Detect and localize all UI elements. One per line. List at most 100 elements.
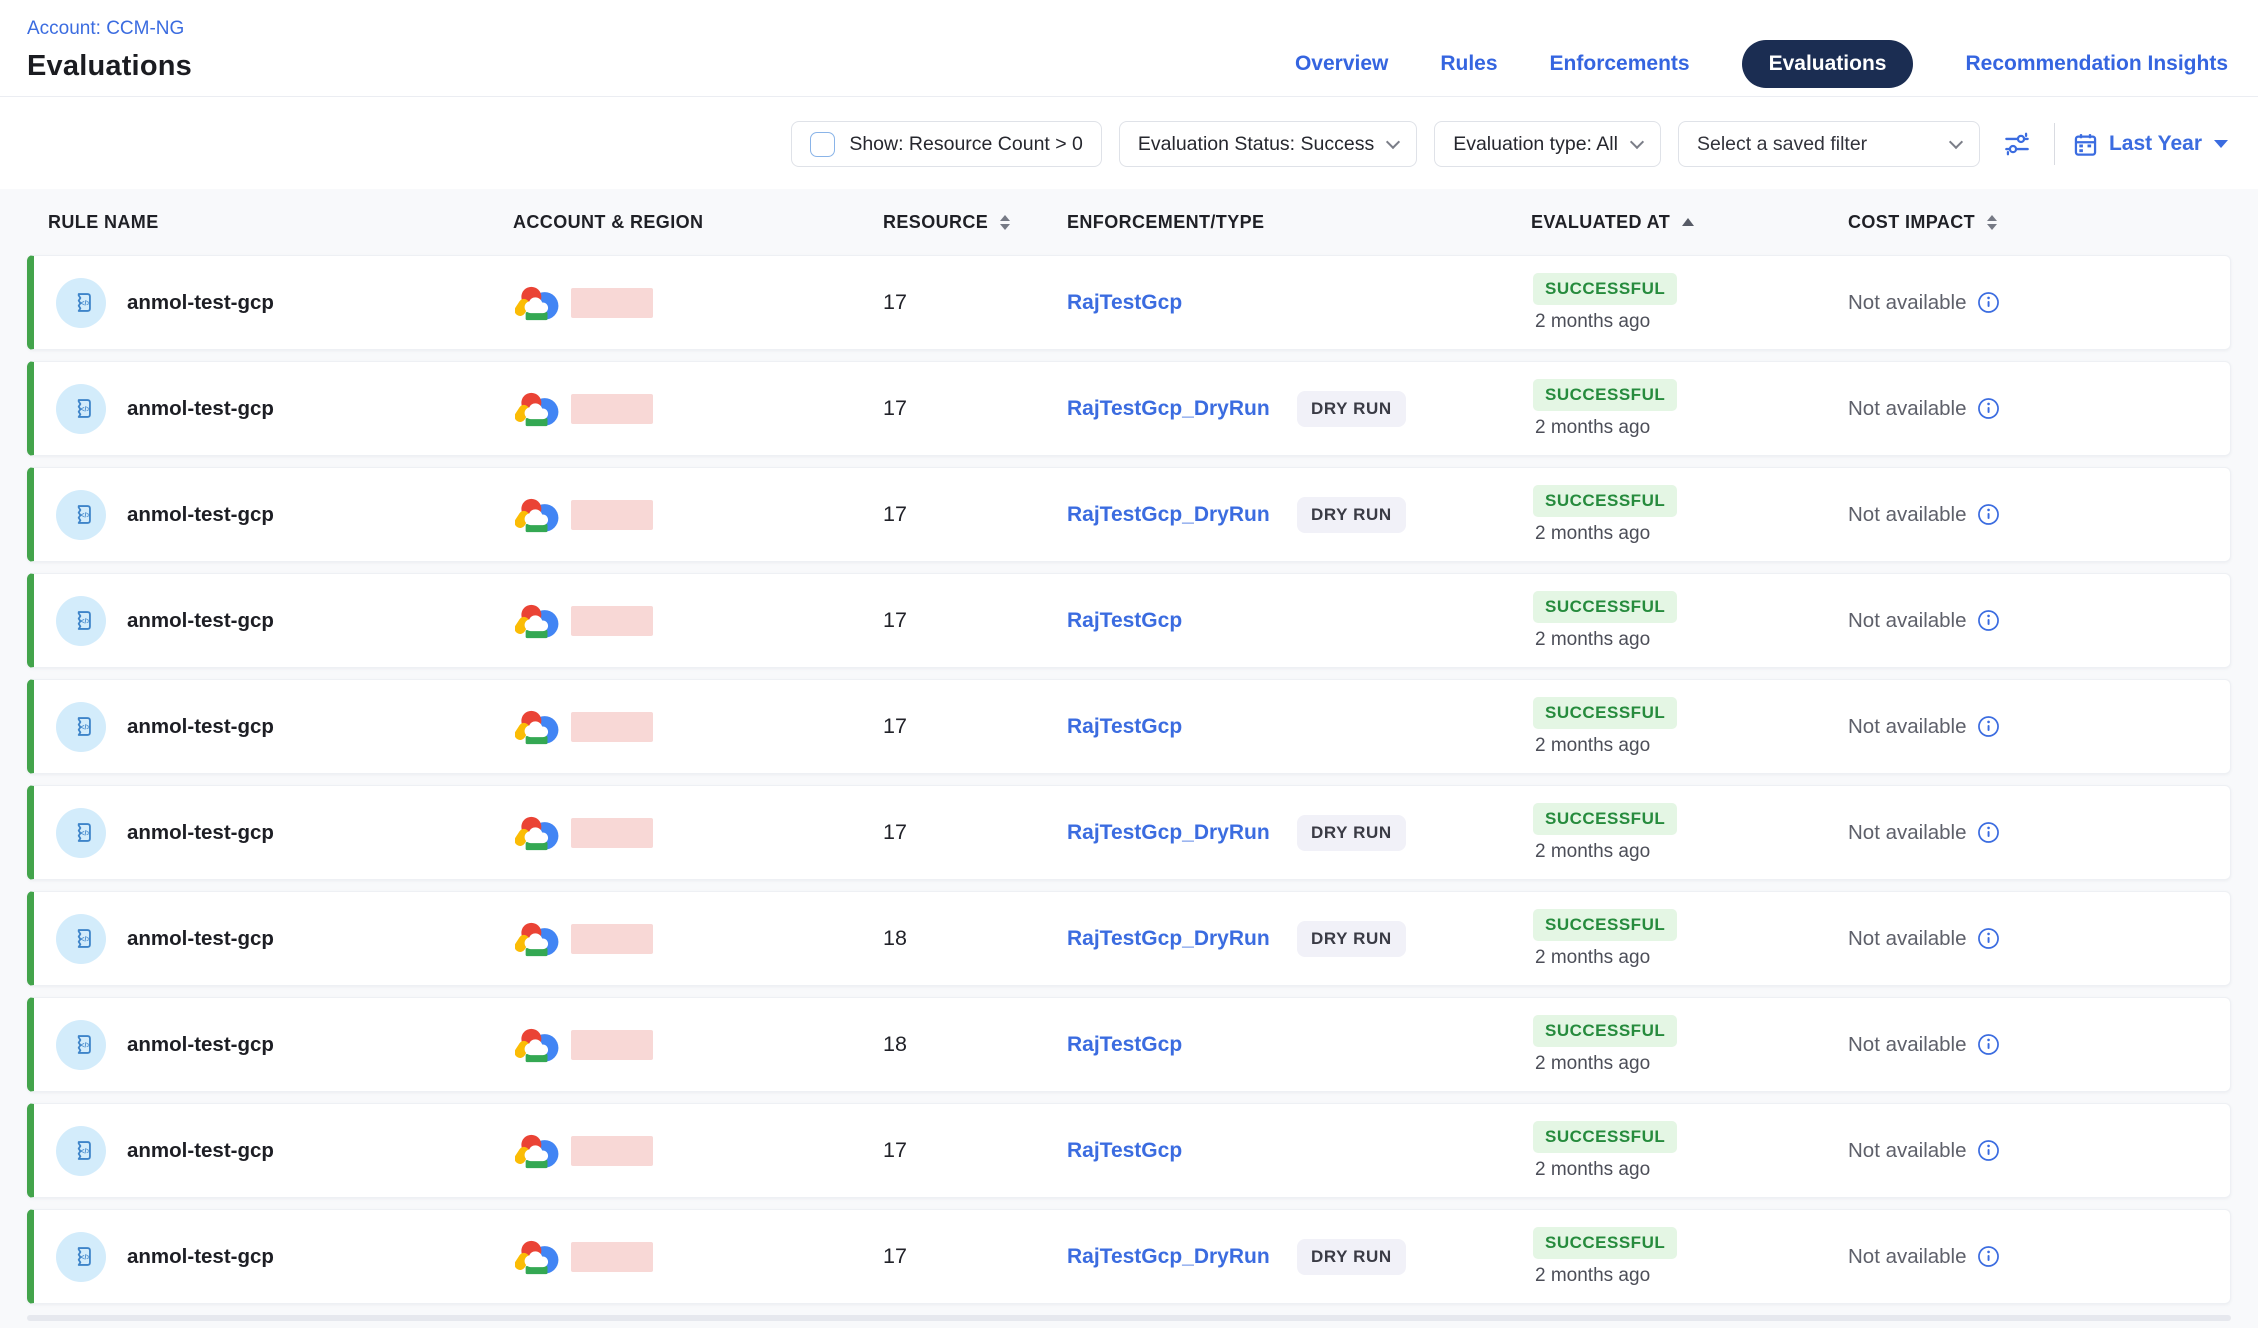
cost-impact-cell: Not available [1848,821,2230,845]
page-header: Account: CCM-NG Evaluations Overview Rul… [0,0,2258,97]
dry-run-badge: DRY RUN [1297,497,1406,533]
evaluation-type-dropdown[interactable]: Evaluation type: All [1434,121,1661,167]
evaluated-at-cell: SUCCESSFUL 2 months ago [1531,591,1848,651]
enforcement-link[interactable]: RajTestGcp_DryRun [1067,397,1297,421]
resource-count-checkbox[interactable] [810,132,835,157]
resource-count: 17 [883,502,907,527]
table-row[interactable]: </> anmol-test-gcp 17 RajTestGcp SUCCE [27,573,2231,668]
dry-run-badge: DRY RUN [1297,815,1406,851]
enforcement-link[interactable]: RajTestGcp_DryRun [1067,503,1297,527]
chevron-down-icon [1386,134,1400,148]
cost-impact-cell: Not available [1848,715,2230,739]
filter-bar: Show: Resource Count > 0 Evaluation Stat… [0,97,2258,189]
evaluated-time: 2 months ago [1533,735,1650,757]
gcp-cloud-icon [515,284,561,322]
info-icon[interactable] [1977,503,2000,526]
table-bottom-divider [27,1315,2231,1321]
table-row[interactable]: </> anmol-test-gcp 17 RajTestGcp SUCCE [27,255,2231,350]
enforcement-link[interactable]: RajTestGcp [1067,291,1297,315]
evaluation-status-dropdown[interactable]: Evaluation Status: Success [1119,121,1417,167]
filter-settings-button[interactable] [1997,128,2037,160]
svg-text:</>: </> [80,1255,90,1262]
tab-overview[interactable]: Overview [1295,52,1388,76]
resource-count: 17 [883,820,907,845]
resource-cell: 17 [883,396,1067,421]
rule-name-cell: </> anmol-test-gcp [34,1232,513,1282]
info-icon[interactable] [1977,291,2000,314]
col-enforcement-type: ENFORCEMENT/TYPE [1067,212,1531,233]
status-badge: SUCCESSFUL [1533,1015,1677,1047]
table-row[interactable]: </> anmol-test-gcp 17 RajTestGcp_DryRun … [27,1209,2231,1304]
table-row[interactable]: </> anmol-test-gcp 18 RajTestGcp SUCCE [27,997,2231,1092]
tab-enforcements[interactable]: Enforcements [1550,52,1690,76]
cost-impact-value: Not available [1848,609,1967,633]
sliders-icon [2001,128,2033,160]
table-row[interactable]: </> anmol-test-gcp 17 RajTestGcp_DryRun … [27,467,2231,562]
evaluated-time: 2 months ago [1533,417,1650,439]
evaluated-at-cell: SUCCESSFUL 2 months ago [1531,1015,1848,1075]
cost-impact-value: Not available [1848,715,1967,739]
rule-name-cell: </> anmol-test-gcp [34,914,513,964]
table-row[interactable]: </> anmol-test-gcp 18 RajTestGcp_DryRun … [27,891,2231,986]
col-resource[interactable]: RESOURCE [883,212,1067,233]
status-badge: SUCCESSFUL [1533,803,1677,835]
rule-name: anmol-test-gcp [127,609,274,633]
table-row[interactable]: </> anmol-test-gcp 17 RajTestGcp SUCCE [27,1103,2231,1198]
evaluated-time: 2 months ago [1533,1159,1650,1181]
enforcement-link[interactable]: RajTestGcp [1067,1139,1297,1163]
enforcement-link[interactable]: RajTestGcp_DryRun [1067,927,1297,951]
resource-cell: 17 [883,290,1067,315]
table-row[interactable]: </> anmol-test-gcp 17 RajTestGcp SUCCE [27,679,2231,774]
info-icon[interactable] [1977,821,2000,844]
enforcement-link[interactable]: RajTestGcp_DryRun [1067,1245,1297,1269]
redacted-account-id [571,394,653,424]
table-row[interactable]: </> anmol-test-gcp 17 RajTestGcp_DryRun … [27,785,2231,880]
table-row[interactable]: </> anmol-test-gcp 17 RajTestGcp_DryRun … [27,361,2231,456]
tab-recommendation-insights[interactable]: Recommendation Insights [1965,52,2228,76]
gcp-cloud-icon [515,1238,561,1276]
rule-name-cell: </> anmol-test-gcp [34,384,513,434]
evaluated-at-cell: SUCCESSFUL 2 months ago [1531,909,1848,969]
enforcement-link[interactable]: RajTestGcp [1067,715,1297,739]
info-icon[interactable] [1977,609,2000,632]
col-cost-impact[interactable]: COST IMPACT [1848,212,2231,233]
resource-cell: 17 [883,608,1067,633]
rule-name-cell: </> anmol-test-gcp [34,1020,513,1070]
info-icon[interactable] [1977,715,2000,738]
rule-name: anmol-test-gcp [127,715,274,739]
evaluated-time: 2 months ago [1533,841,1650,863]
resource-count-filter[interactable]: Show: Resource Count > 0 [791,121,1102,167]
tab-evaluations[interactable]: Evaluations [1742,40,1914,88]
enforcement-link[interactable]: RajTestGcp [1067,609,1297,633]
saved-filter-dropdown[interactable]: Select a saved filter [1678,121,1980,167]
col-rule-name: RULE NAME [27,212,513,233]
sort-asc-icon[interactable] [1682,218,1694,226]
evaluated-time: 2 months ago [1533,947,1650,969]
cost-impact-cell: Not available [1848,1033,2230,1057]
enforcement-link[interactable]: RajTestGcp [1067,1033,1297,1057]
redacted-account-id [571,818,653,848]
rule-icon: </> [56,1232,106,1282]
col-evaluated-at[interactable]: EVALUATED AT [1531,212,1848,233]
enforcement-cell: RajTestGcp_DryRun DRY RUN [1067,921,1531,957]
tab-rules[interactable]: Rules [1440,52,1497,76]
date-range-picker[interactable]: Last Year [2072,131,2228,158]
resource-cell: 17 [883,1244,1067,1269]
info-icon[interactable] [1977,1245,2000,1268]
info-icon[interactable] [1977,927,2000,950]
info-icon[interactable] [1977,1139,2000,1162]
sort-both-icon[interactable] [1000,215,1010,230]
rule-icon: </> [56,1126,106,1176]
redacted-account-id [571,606,653,636]
svg-text:</>: </> [80,937,90,944]
enforcement-link[interactable]: RajTestGcp_DryRun [1067,821,1297,845]
resource-cell: 18 [883,1032,1067,1057]
rule-name: anmol-test-gcp [127,503,274,527]
rule-name-cell: </> anmol-test-gcp [34,1126,513,1176]
breadcrumb[interactable]: Account: CCM-NG [27,18,192,40]
cost-impact-value: Not available [1848,1033,1967,1057]
info-icon[interactable] [1977,397,2000,420]
info-icon[interactable] [1977,1033,2000,1056]
account-region-cell [513,496,883,534]
sort-both-icon[interactable] [1987,215,1997,230]
